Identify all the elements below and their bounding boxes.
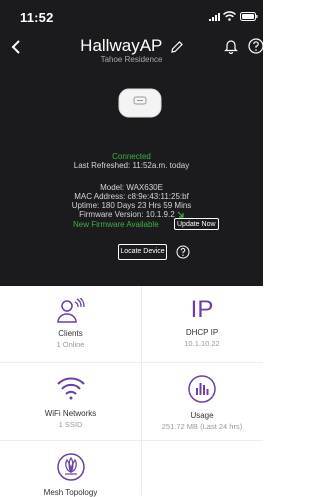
mesh-topology-icon [56,453,85,481]
access-point-device-icon [118,88,162,118]
dhcp-ip-label: DHCP IP [185,328,219,337]
firmware-version-text: Firmware Version: 10.1.9.2 [79,210,175,219]
update-now-button[interactable]: Update Now [174,218,219,230]
usage-label: Usage [190,411,214,420]
usage-chart-icon [188,375,216,403]
last-refreshed: Last Refreshed: 11:52a.m. today [73,161,190,170]
edit-pencil-icon[interactable] [171,41,183,53]
help-circle-icon[interactable] [176,245,190,259]
signal-icon [209,13,220,21]
wifi-networks-label: WiFi Networks [44,409,97,418]
battery-icon [240,12,258,21]
status-bar: 11:52 [0,0,263,32]
grid-divider-1 [0,362,263,363]
feature-grid: Clients 1 Online IP DHCP IP 10.1.10.22 W… [0,286,263,497]
new-firmware-text: New Firmware Available [73,220,159,229]
uptime-text: Uptime: 180 Days 23 Hrs 59 Mins [71,201,192,210]
wifi-status-icon [223,11,236,21]
clients-tile[interactable]: Clients 1 Online [0,296,141,349]
help-icon[interactable] [248,38,264,54]
clients-icon [56,296,85,323]
usage-tile[interactable]: Usage 251.72 MB (Last 24 hrs) [141,374,263,431]
device-header-panel: 11:52 HallwayAP Tahoe Residence Connecte… [0,0,264,286]
wifi-networks-tile[interactable]: WiFi Networks 1 SSID [0,376,141,429]
connection-status: Connected [112,152,151,161]
dhcp-ip-value: 10.1.10.22 [184,339,220,348]
mac-address-text: MAC Address: c8:9e:43:11:25:bf [74,192,189,201]
update-arrow-icon [177,211,184,218]
clients-label: Clients [58,329,83,338]
wifi-networks-icon [56,377,85,400]
locate-device-button[interactable]: Locate Device [118,244,167,260]
page-title: HallwayAP [80,36,163,55]
model-text: Model: WAX630E [100,183,163,192]
mesh-topology-tile[interactable]: Mesh Topology [0,452,141,497]
status-time: 11:52 [20,10,54,25]
dhcp-ip-tile[interactable]: IP DHCP IP 10.1.10.22 [141,296,263,348]
bell-icon[interactable] [224,38,238,54]
wifi-networks-count: 1 SSID [58,420,83,429]
page-subtitle: Tahoe Residence [100,55,163,64]
firmware-row: Firmware Version: 10.1.9.2 [0,210,263,219]
clients-count: 1 Online [56,340,85,349]
usage-value: 251.72 MB (Last 24 hrs) [161,422,243,431]
grid-divider-2 [0,440,263,441]
ip-icon: IP [190,296,214,323]
mesh-topology-label: Mesh Topology [43,488,98,497]
